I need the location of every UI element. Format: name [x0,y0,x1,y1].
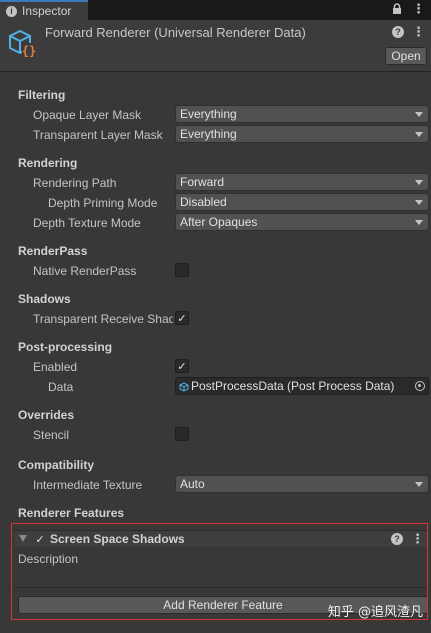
overrides-heading: Overrides [18,408,75,422]
depth-priming-mode-value: Disabled [180,195,227,209]
asset-title: Forward Renderer (Universal Renderer Dat… [45,25,306,40]
post-processing-enabled-label: Enabled [33,360,78,374]
info-icon: i [6,5,17,17]
post-process-data-label: Data [48,380,74,394]
depth-priming-mode-label: Depth Priming Mode [48,196,158,210]
opaque-layer-mask-label: Opaque Layer Mask [33,108,142,122]
transparent-receive-shadows-checkbox[interactable]: ✓ [175,311,189,325]
transparent-layer-mask-dropdown[interactable]: Everything [175,125,429,143]
depth-priming-mode-dropdown[interactable]: Disabled [175,193,429,211]
scriptable-object-icon: {} [6,27,38,59]
native-renderpass-label: Native RenderPass [33,264,137,278]
shadows-heading: Shadows [18,292,71,306]
post-process-data-field[interactable]: PostProcessData (Post Process Data) [175,377,429,395]
lock-icon[interactable] [392,3,402,18]
post-processing-heading: Post-processing [18,340,113,354]
compatibility-heading: Compatibility [18,458,95,472]
context-menu-icon[interactable]: ⋮ [412,25,425,38]
tab-bar: i Inspector ⋮ [0,0,431,20]
tab-inspector-label: Inspector [22,4,72,18]
header-controls: ? ⋮ [392,25,425,38]
depth-texture-mode-dropdown[interactable]: After Opaques [175,213,429,231]
stencil-label: Stencil [33,428,70,442]
watermark-text: 知乎 @追风渣凡 [327,605,423,620]
depth-texture-mode-label: Depth Texture Mode [33,216,141,230]
dropdown-arrow-icon [415,482,423,487]
stencil-checkbox[interactable] [175,427,189,441]
tab-inspector[interactable]: i Inspector [0,0,88,20]
dropdown-arrow-icon [415,112,423,117]
opaque-layer-mask-value: Everything [180,107,237,121]
intermediate-texture-label: Intermediate Texture [33,478,143,492]
dropdown-arrow-icon [415,180,423,185]
native-renderpass-checkbox[interactable] [175,263,189,277]
help-icon[interactable]: ? [392,26,404,38]
depth-texture-mode-value: After Opaques [180,215,258,229]
rendering-path-value: Forward [180,175,225,189]
svg-text:{}: {} [22,44,36,58]
checkmark-icon: ✓ [177,312,187,325]
intermediate-texture-dropdown[interactable]: Auto [175,475,429,493]
dropdown-arrow-icon [415,220,423,225]
post-process-data-value: PostProcessData (Post Process Data) [191,379,395,393]
renderer-features-heading: Renderer Features [18,506,125,520]
dropdown-arrow-icon [415,132,423,137]
rendering-path-dropdown[interactable]: Forward [175,173,429,191]
inspector-header: {} Forward Renderer (Universal Renderer … [0,20,431,72]
dropdown-arrow-icon [415,200,423,205]
rendering-path-label: Rendering Path [33,176,117,190]
asset-cube-icon [179,381,189,392]
transparent-receive-shadows-label: Transparent Receive Shadows [33,312,173,326]
tab-menu-icon[interactable]: ⋮ [412,2,425,18]
checkmark-icon: ✓ [177,360,187,373]
intermediate-texture-value: Auto [180,477,205,491]
opaque-layer-mask-dropdown[interactable]: Everything [175,105,429,123]
filtering-heading: Filtering [18,88,66,102]
post-processing-enabled-checkbox[interactable]: ✓ [175,359,189,373]
rendering-heading: Rendering [18,156,78,170]
tab-bar-controls: ⋮ [392,2,425,18]
renderpass-heading: RenderPass [18,244,88,258]
transparent-layer-mask-value: Everything [180,127,237,141]
open-button[interactable]: Open [385,47,427,65]
object-picker-icon[interactable] [415,381,425,391]
transparent-layer-mask-label: Transparent Layer Mask [33,128,163,142]
